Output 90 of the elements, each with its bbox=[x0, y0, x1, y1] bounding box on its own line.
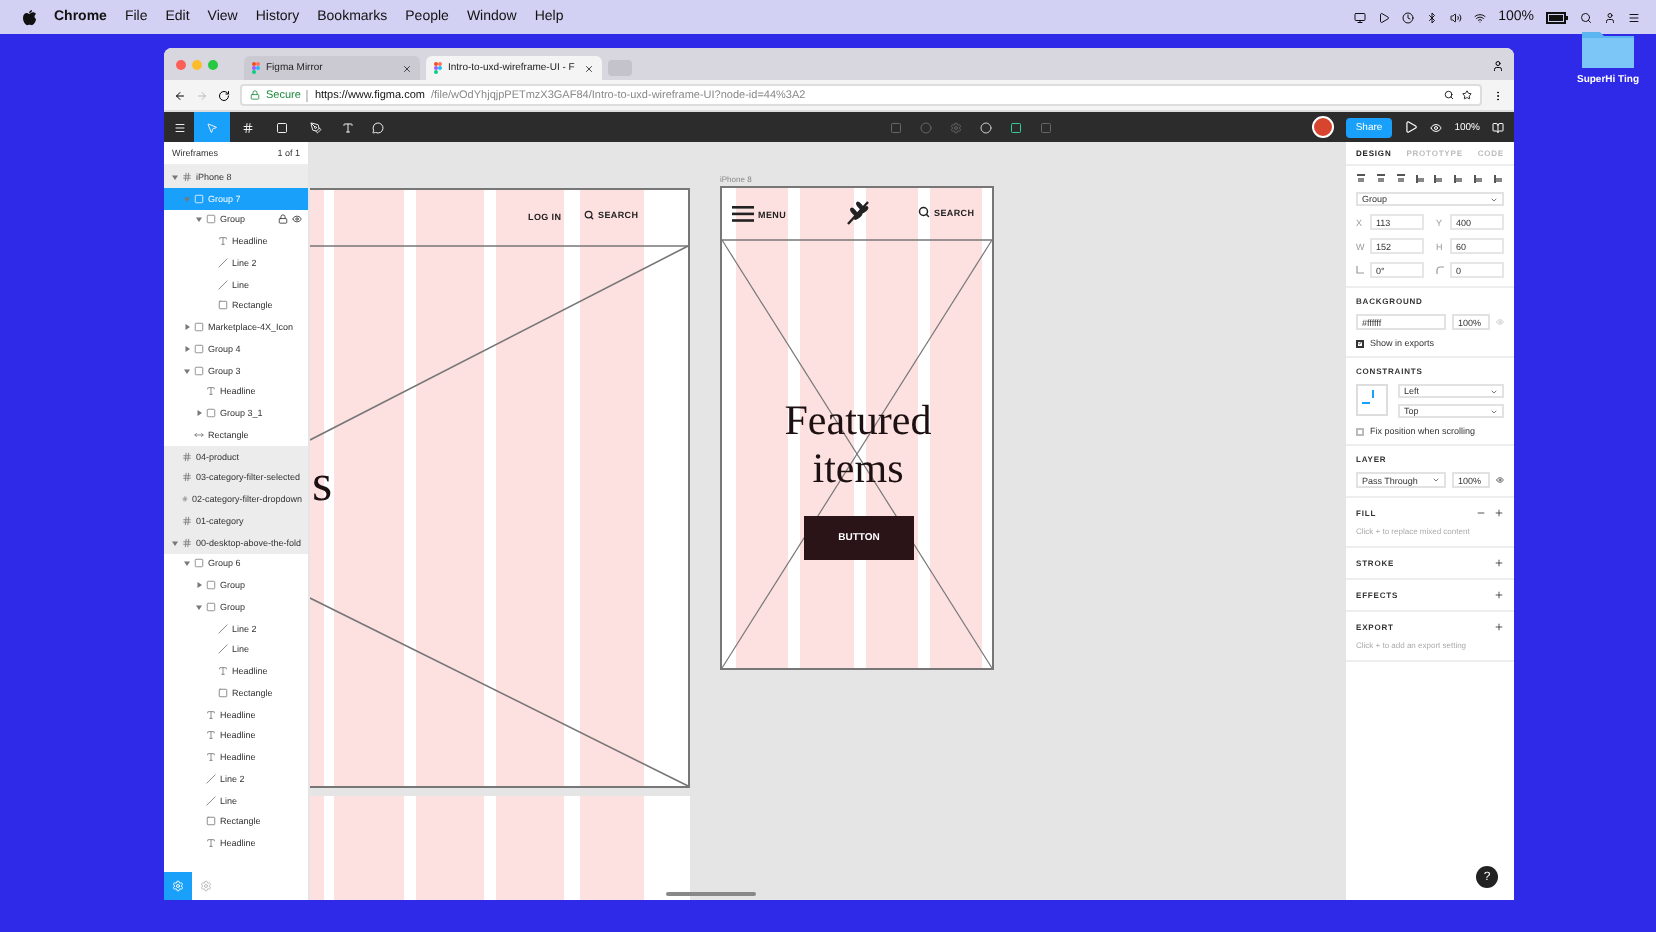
line-icon bbox=[218, 623, 228, 634]
plus-icon[interactable] bbox=[1494, 622, 1504, 632]
text-icon bbox=[341, 121, 353, 133]
line-icon bbox=[218, 257, 228, 268]
align-icon[interactable] bbox=[1454, 174, 1465, 184]
volume-icon[interactable] bbox=[1450, 11, 1463, 23]
bluetooth-icon[interactable] bbox=[1426, 11, 1439, 23]
caret-icon[interactable] bbox=[195, 410, 201, 417]
corner-radius-icon bbox=[1436, 266, 1444, 274]
text-icon bbox=[206, 709, 216, 720]
search-icon bbox=[918, 206, 930, 218]
align-icon[interactable] bbox=[1375, 174, 1386, 184]
align-icon[interactable] bbox=[1395, 174, 1406, 184]
plus-icon[interactable] bbox=[1494, 508, 1504, 518]
align-icon[interactable] bbox=[1415, 174, 1426, 184]
display-icon[interactable] bbox=[1354, 11, 1367, 23]
caret-icon[interactable] bbox=[183, 345, 189, 352]
search-icon[interactable] bbox=[1444, 90, 1454, 100]
angle-icon bbox=[1356, 266, 1364, 274]
align-icon[interactable] bbox=[1493, 174, 1504, 184]
figma-logo-icon bbox=[252, 62, 260, 74]
book-icon[interactable] bbox=[1491, 121, 1504, 133]
frame-icon bbox=[182, 171, 192, 182]
line-icon bbox=[218, 644, 228, 655]
pointer-icon bbox=[206, 121, 218, 133]
play-icon[interactable] bbox=[1378, 11, 1391, 23]
square-icon bbox=[275, 121, 287, 133]
back-icon[interactable] bbox=[174, 89, 186, 101]
frame-icon bbox=[182, 472, 192, 483]
caret-icon[interactable] bbox=[195, 216, 201, 223]
user-icon[interactable] bbox=[1604, 11, 1616, 23]
caret-icon[interactable] bbox=[183, 324, 189, 331]
eye-icon[interactable] bbox=[292, 214, 302, 225]
checkbox[interactable] bbox=[1356, 427, 1364, 435]
plus-icon[interactable] bbox=[1494, 590, 1504, 600]
lock-icon[interactable] bbox=[278, 214, 288, 225]
caret-icon[interactable] bbox=[171, 173, 177, 180]
group-icon bbox=[206, 408, 216, 419]
align-icon[interactable] bbox=[1356, 174, 1366, 184]
pen-icon bbox=[309, 121, 321, 133]
star-icon[interactable] bbox=[1462, 90, 1472, 100]
square-icon[interactable] bbox=[1010, 121, 1023, 133]
text-icon bbox=[206, 386, 216, 397]
frame-icon bbox=[182, 494, 188, 505]
caret-icon[interactable] bbox=[171, 539, 177, 546]
line-icon bbox=[206, 795, 216, 806]
menu-icon[interactable] bbox=[1628, 11, 1640, 23]
caret-icon[interactable] bbox=[195, 582, 201, 589]
caret-icon[interactable] bbox=[183, 367, 189, 374]
text-icon bbox=[206, 838, 216, 849]
lock-icon bbox=[250, 90, 260, 100]
text-icon bbox=[218, 236, 228, 247]
text-icon bbox=[206, 752, 216, 763]
user-avatar[interactable] bbox=[1311, 116, 1334, 138]
caret-icon[interactable] bbox=[183, 560, 189, 567]
search-icon[interactable] bbox=[1580, 11, 1592, 23]
battery-icon[interactable] bbox=[1546, 11, 1568, 23]
apple-logo-icon[interactable] bbox=[22, 9, 36, 25]
frame-icon bbox=[241, 121, 253, 133]
frame-icon bbox=[182, 515, 192, 526]
align-icon[interactable] bbox=[1474, 174, 1485, 184]
menu-icon bbox=[173, 121, 185, 133]
plus-icon[interactable] bbox=[1494, 558, 1504, 568]
rectangle-icon bbox=[218, 300, 228, 311]
rectangle-icon bbox=[206, 816, 216, 827]
reload-icon[interactable] bbox=[218, 89, 230, 101]
scrollbar[interactable] bbox=[666, 892, 756, 896]
featured-headline: Featured items bbox=[782, 396, 934, 492]
folder-icon[interactable] bbox=[1582, 28, 1634, 68]
headline-text: s bbox=[312, 458, 333, 510]
figma-logo-icon bbox=[434, 62, 442, 74]
align-icon[interactable] bbox=[1434, 174, 1445, 184]
search-icon bbox=[584, 210, 594, 220]
wifi-icon[interactable] bbox=[1474, 11, 1487, 23]
comment-icon bbox=[371, 121, 383, 133]
rectangle-icon bbox=[218, 687, 228, 698]
constraints-widget[interactable] bbox=[1356, 384, 1388, 416]
profile-icon[interactable] bbox=[1492, 60, 1504, 72]
line-icon bbox=[218, 279, 228, 290]
clock-icon[interactable] bbox=[1402, 11, 1415, 23]
caret-icon[interactable] bbox=[195, 603, 201, 610]
text-icon bbox=[206, 730, 216, 741]
frame-icon bbox=[182, 537, 192, 548]
checkbox[interactable] bbox=[1356, 339, 1364, 347]
hamburger-icon bbox=[732, 206, 754, 222]
line-icon bbox=[206, 773, 216, 784]
component-icon bbox=[194, 429, 204, 440]
text-icon bbox=[218, 666, 228, 677]
frame-icon bbox=[182, 451, 192, 462]
wheat-logo bbox=[844, 198, 872, 226]
